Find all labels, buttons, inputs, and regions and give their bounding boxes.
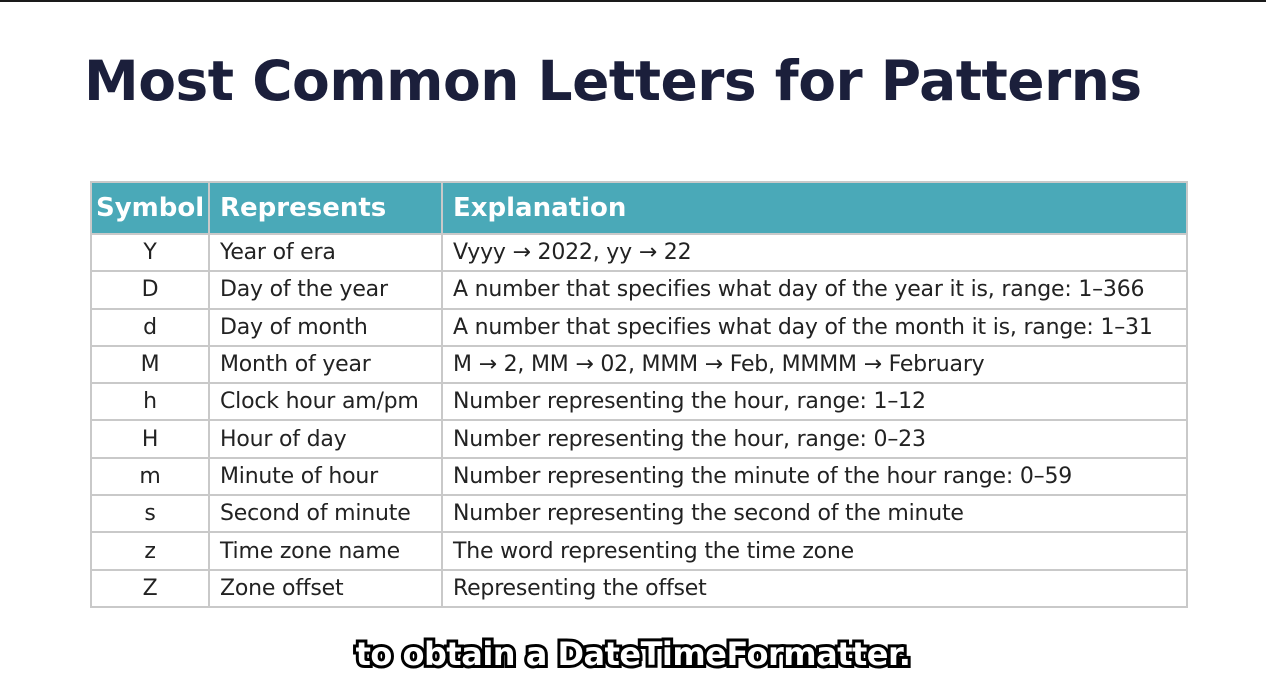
table-row: D Day of the year A number that specifie… [90,270,1188,310]
explanation-cell: Number representing the minute of the ho… [441,456,1188,497]
table-row: Y Year of era Vyyy → 2022, yy → 22 [90,232,1188,273]
symbol-cell: d [90,307,210,347]
explanation-cell: A number that specifies what day of the … [441,307,1188,347]
represents-cell: Year of era [208,232,443,273]
represents-cell: Time zone name [208,531,443,571]
table-header-row: Symbol Represents Explanation [90,181,1188,235]
represents-cell: Hour of day [208,419,443,459]
symbol-cell: Z [90,568,210,608]
header-represents: Represents [208,181,443,235]
represents-cell: Second of minute [208,494,443,534]
represents-cell: Zone offset [208,568,443,608]
pattern-letters-table: Symbol Represents Explanation Y Year of … [90,181,1188,608]
table-row: Z Zone offset Representing the offset [90,568,1188,608]
table-row: m Minute of hour Number representing the… [90,456,1188,497]
explanation-cell: A number that specifies what day of the … [441,270,1188,310]
table-row: z Time zone name The word representing t… [90,531,1188,571]
table-row: d Day of month A number that specifies w… [90,307,1188,347]
represents-cell: Clock hour am/pm [208,382,443,422]
explanation-cell: Representing the offset [441,568,1188,608]
table-row: h Clock hour am/pm Number representing t… [90,382,1188,422]
symbol-cell: s [90,494,210,534]
table-row: M Month of year M → 2, MM → 02, MMM → Fe… [90,344,1188,385]
represents-cell: Day of month [208,307,443,347]
symbol-cell: Y [90,232,210,273]
header-symbol: Symbol [90,181,210,235]
symbol-cell: z [90,531,210,571]
symbol-cell: m [90,456,210,497]
symbol-cell: M [90,344,210,385]
table-row: s Second of minute Number representing t… [90,494,1188,534]
top-rule [0,0,1266,2]
explanation-cell: Number representing the hour, range: 1–1… [441,382,1188,422]
represents-cell: Day of the year [208,270,443,310]
explanation-cell: M → 2, MM → 02, MMM → Feb, MMMM → Februa… [441,344,1188,385]
explanation-cell: Number representing the second of the mi… [441,494,1188,534]
pattern-table-container: Symbol Represents Explanation Y Year of … [90,181,1188,608]
explanation-cell: The word representing the time zone [441,531,1188,571]
represents-cell: Month of year [208,344,443,385]
symbol-cell: h [90,382,210,422]
header-explanation: Explanation [441,181,1188,235]
explanation-cell: Vyyy → 2022, yy → 22 [441,232,1188,273]
video-subtitle-caption: to obtain a DateTimeFormatter. [353,632,914,676]
slide-title: Most Common Letters for Patterns [84,49,1142,113]
symbol-cell: H [90,419,210,459]
represents-cell: Minute of hour [208,456,443,497]
table-row: H Hour of day Number representing the ho… [90,419,1188,459]
symbol-cell: D [90,270,210,310]
explanation-cell: Number representing the hour, range: 0–2… [441,419,1188,459]
